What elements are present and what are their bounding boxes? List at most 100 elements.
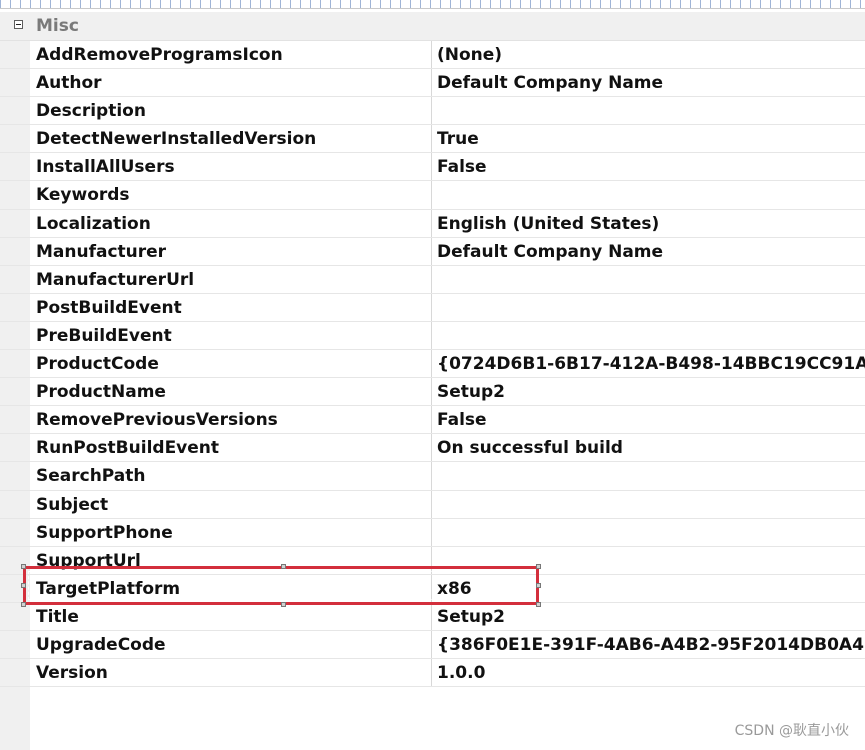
row-gutter [0, 546, 30, 574]
property-value-cell[interactable] [432, 181, 865, 208]
property-name-cell[interactable]: SupportUrl [30, 546, 432, 574]
property-row[interactable]: ManufacturerUrl [0, 265, 865, 294]
property-row[interactable]: InstallAllUsers False [0, 153, 865, 182]
property-row[interactable]: AddRemoveProgramsIcon (None) [0, 41, 865, 70]
property-row[interactable]: PostBuildEvent [0, 293, 865, 322]
row-gutter [0, 490, 30, 518]
property-name-cell[interactable]: ProductCode [30, 350, 432, 378]
property-name-cell[interactable]: RemovePreviousVersions [30, 406, 432, 434]
property-name-cell[interactable]: RunPostBuildEvent [30, 434, 432, 462]
property-value: (None) [437, 45, 503, 65]
row-gutter [0, 181, 30, 209]
property-value-cell[interactable] [432, 547, 865, 574]
property-value-cell[interactable]: (None) [432, 41, 865, 68]
row-gutter [0, 41, 30, 69]
property-value-cell[interactable]: Setup2 [432, 378, 865, 405]
property-row-selected[interactable]: TargetPlatform x86 [0, 574, 865, 603]
property-name-cell[interactable]: Author [30, 69, 432, 97]
property-name-cell[interactable]: PostBuildEvent [30, 293, 432, 321]
property-name-cell[interactable]: Description [30, 97, 432, 125]
property-row[interactable]: RunPostBuildEvent On successful build [0, 434, 865, 463]
property-row[interactable]: ProductCode {0724D6B1-6B17-412A-B498-14B… [0, 350, 865, 379]
property-name: Version [36, 663, 108, 684]
property-value: 1.0.0 [437, 663, 486, 684]
property-name-cell[interactable]: AddRemoveProgramsIcon [30, 41, 432, 69]
property-value: Setup2 [437, 382, 505, 403]
property-value-cell[interactable]: x86 [432, 575, 865, 602]
property-value-cell[interactable]: 1.0.0 [432, 659, 865, 686]
property-value-cell[interactable] [432, 97, 865, 124]
property-row[interactable]: Keywords [0, 181, 865, 210]
property-name-cell[interactable]: Version [30, 659, 432, 687]
property-name: InstallAllUsers [36, 157, 175, 178]
property-row[interactable]: Description [0, 97, 865, 126]
property-value-cell[interactable]: False [432, 153, 865, 180]
property-name-cell[interactable]: Title [30, 602, 432, 630]
property-row[interactable]: Author Default Company Name [0, 69, 865, 98]
property-value-cell[interactable]: English (United States) [432, 210, 865, 237]
row-gutter [0, 462, 30, 490]
property-row[interactable]: RemovePreviousVersions False [0, 406, 865, 435]
property-value-cell[interactable] [432, 266, 865, 293]
category-misc[interactable]: Misc [0, 12, 865, 41]
property-name-cell[interactable]: DetectNewerInstalledVersion [30, 125, 432, 153]
property-row[interactable]: DetectNewerInstalledVersion True [0, 125, 865, 154]
property-name: SupportPhone [36, 522, 173, 543]
property-name-cell[interactable]: InstallAllUsers [30, 153, 432, 181]
property-name-cell[interactable]: SearchPath [30, 462, 432, 490]
row-gutter [0, 350, 30, 378]
property-value: False [437, 157, 487, 178]
property-value-cell[interactable] [432, 294, 865, 321]
property-rows: AddRemoveProgramsIcon (None) Author Defa… [0, 41, 865, 688]
property-name: UpgradeCode [36, 634, 166, 655]
property-row[interactable]: SupportUrl [0, 546, 865, 575]
property-value-cell[interactable] [432, 519, 865, 546]
property-name-cell[interactable]: Localization [30, 209, 432, 237]
property-row[interactable]: Subject [0, 490, 865, 519]
property-value: English (United States) [437, 213, 660, 234]
property-value-cell[interactable]: True [432, 125, 865, 152]
property-value: x86 [437, 578, 472, 599]
watermark: CSDN @耿直小伙 [734, 723, 849, 739]
property-row[interactable]: SupportPhone [0, 518, 865, 547]
row-gutter [0, 518, 30, 546]
property-row[interactable]: PreBuildEvent [0, 321, 865, 351]
property-name-cell[interactable]: SupportPhone [30, 518, 432, 546]
property-value-cell[interactable]: Default Company Name [432, 69, 865, 96]
property-row[interactable]: Title Setup2 [0, 602, 865, 631]
property-value-cell[interactable]: Setup2 [432, 603, 865, 630]
property-value-cell[interactable]: {0724D6B1-6B17-412A-B498-14BBC19CC91A} [432, 350, 865, 377]
property-value-cell[interactable] [432, 491, 865, 518]
property-name: Subject [36, 494, 109, 515]
row-gutter [0, 125, 30, 153]
property-name-cell[interactable]: UpgradeCode [30, 630, 432, 659]
property-row[interactable]: ProductName Setup2 [0, 378, 865, 407]
property-value: False [437, 410, 487, 431]
property-name-cell[interactable]: Subject [30, 490, 432, 518]
row-gutter [0, 69, 30, 97]
property-row[interactable]: UpgradeCode {386F0E1E-391F-4AB6-A4B2-95F… [0, 630, 865, 660]
property-value-cell[interactable]: On successful build [432, 434, 865, 461]
property-row[interactable]: Localization English (United States) [0, 209, 865, 238]
property-name-cell[interactable]: PreBuildEvent [30, 321, 432, 350]
row-gutter [0, 574, 30, 602]
property-value-cell[interactable] [432, 462, 865, 489]
property-name-cell[interactable]: ManufacturerUrl [30, 265, 432, 293]
property-value-cell[interactable]: Default Company Name [432, 238, 865, 265]
row-gutter [0, 378, 30, 406]
property-name-cell[interactable]: Manufacturer [30, 237, 432, 265]
property-name-cell[interactable]: Keywords [30, 181, 432, 209]
property-value-cell[interactable]: {386F0E1E-391F-4AB6-A4B2-95F2014DB0A4} [432, 631, 865, 658]
row-gutter [0, 630, 30, 659]
property-row[interactable]: Version 1.0.0 [0, 659, 865, 688]
property-name-cell[interactable]: TargetPlatform [30, 574, 432, 602]
property-value-cell[interactable]: False [432, 406, 865, 433]
property-row[interactable]: Manufacturer Default Company Name [0, 237, 865, 266]
property-value: Default Company Name [437, 241, 664, 262]
property-row[interactable]: SearchPath [0, 462, 865, 491]
property-value-cell[interactable] [432, 322, 865, 349]
property-name: Title [36, 606, 79, 627]
property-name: Localization [36, 213, 151, 234]
property-name-cell[interactable]: ProductName [30, 378, 432, 406]
collapse-toggle-icon[interactable] [14, 20, 23, 29]
